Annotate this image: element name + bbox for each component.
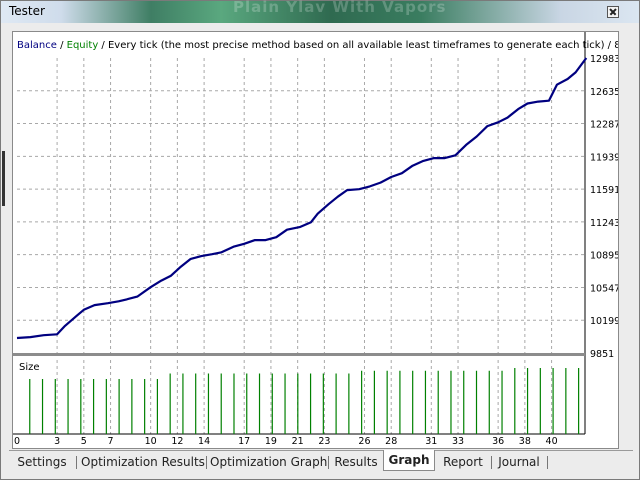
tab-journal[interactable]: Journal bbox=[495, 453, 543, 471]
tab-optimization-graph[interactable]: Optimization Graph bbox=[210, 453, 327, 471]
y-tick-label: 11243 bbox=[590, 218, 618, 229]
resize-grip[interactable] bbox=[2, 151, 5, 206]
legend-balance: Balance bbox=[17, 40, 57, 51]
x-tick-label: 26 bbox=[358, 436, 370, 447]
y-tick-label: 12983 bbox=[590, 54, 618, 65]
x-tick-label: 7 bbox=[108, 436, 114, 447]
y-tick-label: 11939 bbox=[590, 152, 618, 163]
tab-settings[interactable]: Settings bbox=[13, 453, 71, 471]
tab-bar: Settings Optimization Results Optimizati… bbox=[9, 450, 633, 473]
panel-splitter[interactable] bbox=[13, 353, 585, 356]
y-tick-label: 12287 bbox=[590, 120, 618, 131]
legend-description: / Every tick (the most precise method ba… bbox=[98, 40, 618, 51]
balance-chart: Balance / Equity / Every tick (the most … bbox=[13, 32, 618, 447]
x-tick-label: 0 bbox=[14, 436, 20, 447]
tab-separator bbox=[547, 456, 548, 469]
tab-separator bbox=[491, 456, 492, 469]
x-tick-label: 36 bbox=[492, 436, 504, 447]
x-tick-label: 14 bbox=[198, 436, 210, 447]
x-tick-label: 5 bbox=[81, 436, 87, 447]
x-tick-label: 21 bbox=[292, 436, 304, 447]
x-tick-label: 19 bbox=[265, 436, 277, 447]
x-tick-label: 40 bbox=[546, 436, 558, 447]
window-title: Tester bbox=[9, 4, 45, 18]
legend-separator: / bbox=[57, 40, 67, 51]
tab-graph[interactable]: Graph bbox=[383, 450, 435, 471]
x-tick-label: 31 bbox=[425, 436, 437, 447]
tab-optimization-results[interactable]: Optimization Results bbox=[81, 453, 205, 471]
x-tick-label: 23 bbox=[318, 436, 330, 447]
x-tick-label: 28 bbox=[385, 436, 397, 447]
y-tick-label: 10547 bbox=[590, 283, 618, 294]
tab-report[interactable]: Report bbox=[439, 453, 487, 471]
tab-separator bbox=[328, 456, 329, 469]
title-banner-text: Plain Ylav With Vapors bbox=[233, 0, 447, 16]
x-tick-label: 10 bbox=[145, 436, 157, 447]
y-tick-label: 11591 bbox=[590, 185, 618, 196]
x-tick-label: 17 bbox=[238, 436, 250, 447]
x-tick-label: 33 bbox=[452, 436, 464, 447]
balance-line bbox=[16, 57, 588, 340]
tab-separator bbox=[76, 456, 77, 469]
tab-results[interactable]: Results bbox=[331, 453, 381, 471]
y-tick-label: 12635 bbox=[590, 87, 618, 98]
x-tick-label: 12 bbox=[171, 436, 183, 447]
y-tick-label: 10199 bbox=[590, 316, 618, 327]
chart-panel: Balance / Equity / Every tick (the most … bbox=[12, 31, 619, 449]
tab-separator bbox=[206, 456, 207, 469]
close-icon[interactable] bbox=[607, 6, 619, 18]
chart-legend: Balance / Equity / Every tick (the most … bbox=[17, 40, 618, 51]
tester-window: Tester Plain Ylav With Vapors Balance / … bbox=[0, 0, 640, 480]
title-bar[interactable]: Tester Plain Ylav With Vapors bbox=[1, 0, 639, 23]
x-tick-label: 38 bbox=[519, 436, 531, 447]
x-tick-label: 3 bbox=[54, 436, 60, 447]
y-tick-label: 9851 bbox=[590, 349, 614, 360]
legend-equity: Equity bbox=[67, 40, 99, 51]
y-tick-label: 10895 bbox=[590, 251, 618, 262]
volume-title: Size bbox=[19, 362, 40, 373]
